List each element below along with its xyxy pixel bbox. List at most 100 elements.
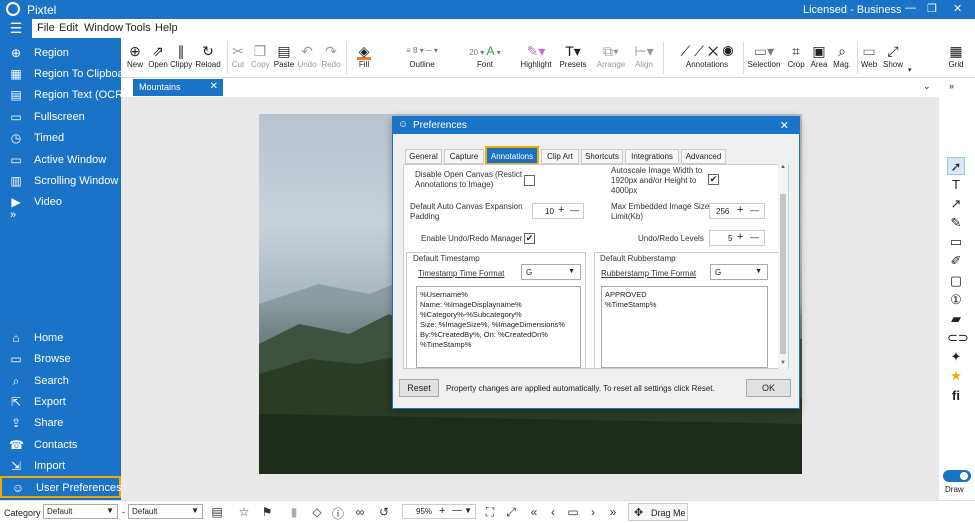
panel-collapse-icon[interactable]: » (949, 81, 954, 91)
subcategory-select[interactable]: Default ▼ (128, 504, 203, 519)
last-page-icon[interactable]: » (606, 505, 620, 519)
fit-to-screen-icon[interactable]: ⛶ (483, 505, 497, 520)
menu-tools[interactable]: Tools (125, 22, 151, 34)
autoscale-checkbox[interactable]: ✔ (708, 174, 719, 185)
menu-help[interactable]: Help (155, 22, 178, 34)
page-icon[interactable]: ▭ (566, 505, 580, 519)
grid-button[interactable]: ▦ Grid (945, 42, 967, 69)
show-button[interactable]: ⤢ Show (881, 42, 905, 69)
selection-button[interactable]: ▭▾ Selection (747, 42, 781, 69)
ok-button[interactable]: OK (746, 379, 791, 397)
tab-integrations[interactable]: Integrations (625, 149, 679, 164)
sticker-tool-icon[interactable]: ▰ (947, 310, 965, 328)
zoom-in-icon[interactable]: + (439, 505, 445, 517)
web-button[interactable]: ▭ Web (860, 42, 878, 69)
more-chevron-icon[interactable]: » (10, 209, 16, 221)
crop-button[interactable]: ⌗ Crop (785, 42, 807, 69)
tab-advanced[interactable]: Advanced (681, 149, 726, 164)
expand-all-icon[interactable]: ⤢ (504, 505, 518, 520)
sidebar-item-region[interactable]: ⊕ Region (0, 43, 121, 63)
presets-button[interactable]: T▾ Presets (559, 42, 587, 69)
tab-shortcuts[interactable]: Shortcuts (581, 149, 623, 164)
tab-annotations[interactable]: Annotations (485, 146, 539, 165)
annotations-button[interactable]: ⟋ ⟋ ✕ ◉ Annotations (667, 42, 747, 69)
pointer-icon[interactable]: ➚ (947, 157, 965, 175)
outline-button[interactable]: ≡ 8 ▾ ─ ▾ Outline (387, 42, 457, 69)
sidebar-item-import[interactable]: ⇲ Import (0, 456, 121, 476)
tab-general[interactable]: General (405, 149, 442, 164)
zoom-dropdown-icon[interactable]: ▼ (464, 506, 472, 515)
sidebar-item-video[interactable]: ▶ Video (0, 192, 121, 212)
fill-button[interactable]: ◈ Fill (349, 42, 379, 69)
sidebar-item-scrolling-window[interactable]: ▥ Scrolling Window (0, 171, 121, 191)
zoom-out-icon[interactable]: — (452, 505, 462, 516)
star-tool-icon[interactable]: ★ (947, 367, 965, 385)
sidebar-item-search[interactable]: ⌕ Search (0, 371, 121, 391)
increment-icon[interactable]: + (737, 204, 743, 216)
sidebar-item-export[interactable]: ⇱ Export (0, 392, 121, 412)
tab-mountains[interactable]: Mountains ✕ (133, 79, 223, 96)
sidebar-item-timed[interactable]: ◷ Timed (0, 128, 121, 148)
settings-scrollbar[interactable]: ▲ ▼ (778, 164, 788, 369)
sidebar-item-home[interactable]: ⌂ Home (0, 328, 121, 348)
open-button[interactable]: ⇗ Open (147, 42, 169, 69)
paste-button[interactable]: ▤ Paste (273, 42, 295, 69)
hamburger-menu-icon[interactable]: ☰ (0, 19, 32, 38)
notes-icon[interactable]: ▤ (210, 505, 224, 519)
tab-clip-art[interactable]: Clip Art (541, 149, 579, 164)
link-tool-icon[interactable]: ⊂⊃ (947, 329, 969, 347)
sidebar-item-share[interactable]: ⇪ Share (0, 413, 121, 433)
scroll-up-icon[interactable]: ▲ (780, 164, 786, 170)
increment-icon[interactable]: + (558, 204, 564, 216)
menu-window[interactable]: Window (84, 22, 123, 34)
history-icon[interactable]: ↺ (377, 505, 391, 519)
link-icon[interactable]: ∞ (353, 505, 367, 519)
decrement-icon[interactable]: — (570, 205, 579, 215)
flag-icon[interactable]: ⚑ (260, 505, 274, 519)
dialog-close-icon[interactable]: ✕ (780, 119, 789, 132)
menu-file[interactable]: File (37, 22, 55, 34)
bookmark-icon[interactable]: ▮ (287, 505, 301, 519)
sparkle-tool-icon[interactable]: ✦ (947, 348, 965, 366)
category-select[interactable]: Default ▼ (43, 504, 118, 519)
copy-button[interactable]: ❐ Copy (251, 42, 270, 69)
toolbar-overflow-icon[interactable]: ▾ (908, 66, 912, 74)
font-button[interactable]: 20 ▾ A ▾ Font (455, 42, 515, 69)
arrow-tool-icon[interactable]: ↗ (947, 195, 965, 213)
max-embedded-size-stepper[interactable]: 256 + — (709, 203, 765, 219)
tab-capture[interactable]: Capture (444, 149, 484, 164)
timestamp-template-textarea[interactable]: %Username% Name: %ImageDisplayname% %Cat… (416, 286, 581, 368)
next-page-icon[interactable]: › (586, 505, 600, 519)
tag-icon[interactable]: ◇ (310, 505, 324, 519)
sidebar-item-active-window[interactable]: ▭ Active Window (0, 150, 121, 170)
timestamp-format-dropdown[interactable]: G ▼ (521, 264, 581, 280)
highlight-button[interactable]: ✎▾ Highlight (519, 42, 553, 69)
menu-edit[interactable]: Edit (59, 22, 78, 34)
decrement-icon[interactable]: — (750, 205, 759, 215)
increment-icon[interactable]: + (737, 231, 743, 243)
arrange-button[interactable]: ⧉▾ Arrange (595, 42, 627, 69)
star-icon[interactable]: ☆ (237, 505, 251, 519)
area-button[interactable]: ▣ Area (809, 42, 829, 69)
undo-redo-manager-checkbox[interactable]: ✔ (524, 233, 535, 244)
step-number-icon[interactable]: ① (947, 291, 965, 309)
note-tool-icon[interactable]: ▢ (947, 272, 965, 290)
pen-tool-icon[interactable]: ✎ (947, 214, 965, 232)
scroll-down-icon[interactable]: ▼ (780, 360, 786, 366)
disable-open-canvas-checkbox[interactable] (524, 175, 535, 186)
align-button[interactable]: ⊢▾ Align (629, 42, 659, 69)
sidebar-item-fullscreen[interactable]: ▭ Fullscreen (0, 107, 121, 127)
draw-toggle[interactable] (943, 470, 971, 482)
marker-tool-icon[interactable]: ✐ (947, 252, 965, 270)
tab-close-icon[interactable]: ✕ (210, 81, 218, 92)
sidebar-item-contacts[interactable]: ☎ Contacts (0, 435, 121, 455)
tab-list-chevron-icon[interactable]: ⌄ (923, 81, 931, 92)
first-page-icon[interactable]: « (527, 505, 541, 519)
magnifier-button[interactable]: ⌕ Mag. (831, 42, 853, 69)
fi-tool-icon[interactable]: fi (947, 387, 965, 405)
rubberstamp-format-dropdown[interactable]: G ▼ (710, 264, 768, 280)
sidebar-item-region-text-ocr[interactable]: ▤ Region Text (OCR) (0, 85, 126, 105)
undo-button[interactable]: ↶ Undo (297, 42, 317, 69)
sidebar-item-user-preferences[interactable]: ☺ User Preferences (0, 476, 122, 498)
cut-button[interactable]: ✂ Cut (231, 42, 245, 69)
